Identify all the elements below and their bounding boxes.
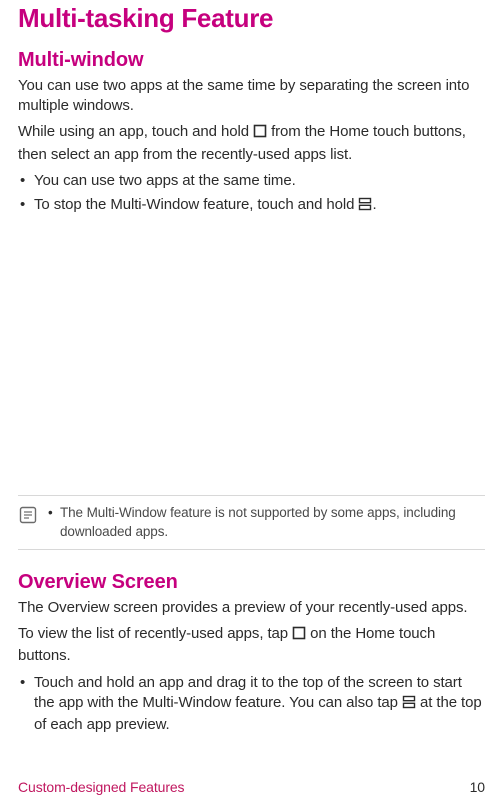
page-title: Multi-tasking Feature: [18, 4, 485, 34]
page-number: 10: [470, 779, 485, 795]
footer-section-label: Custom-designed Features: [18, 779, 184, 795]
section-heading-multiwindow: Multi-window: [18, 48, 485, 72]
list-item: Touch and hold an app and drag it to the…: [18, 673, 485, 736]
text-run: To stop the Multi-Window feature, touch …: [34, 196, 358, 213]
bullet-list: Touch and hold an app and drag it to the…: [18, 673, 485, 736]
list-item: You can use two apps at the same time.: [18, 171, 485, 191]
note-box: The Multi-Window feature is not supporte…: [18, 495, 485, 549]
page-footer: Custom-designed Features 10: [18, 779, 485, 795]
list-item: To stop the Multi-Window feature, touch …: [18, 195, 485, 217]
text-run: .: [372, 196, 376, 213]
split-icon: [358, 197, 372, 217]
split-icon: [402, 695, 416, 715]
text-run: To view the list of recently-used apps, …: [18, 625, 292, 642]
square-icon: [292, 626, 306, 646]
paragraph: The Overview screen provides a preview o…: [18, 598, 485, 618]
text-run: While using an app, touch and hold: [18, 123, 253, 140]
list-item: The Multi-Window feature is not supporte…: [48, 504, 481, 540]
note-content: The Multi-Window feature is not supporte…: [48, 504, 481, 540]
section-heading-overview: Overview Screen: [18, 570, 485, 594]
bullet-list: You can use two apps at the same time. T…: [18, 171, 485, 218]
text-run: Touch and hold an app and drag it to the…: [34, 674, 462, 711]
square-icon: [253, 124, 267, 144]
paragraph: You can use two apps at the same time by…: [18, 76, 485, 117]
paragraph: To view the list of recently-used apps, …: [18, 624, 485, 667]
note-icon: [18, 505, 38, 530]
paragraph: While using an app, touch and hold from …: [18, 122, 485, 165]
